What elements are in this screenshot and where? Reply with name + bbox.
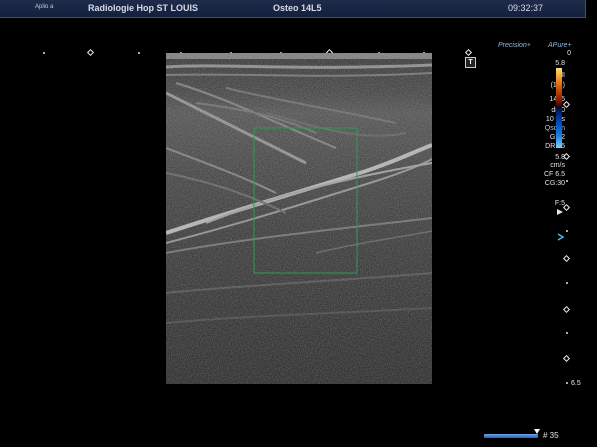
lateral-scale-dot — [138, 52, 140, 54]
study-preset: Osteo 14L5 — [273, 3, 322, 13]
param-velocity-unit: cm/s — [550, 162, 565, 169]
depth-scale-dot — [566, 282, 568, 284]
param-focus: F:5 — [554, 200, 565, 207]
param-cg: CG:30 — [544, 180, 565, 187]
color-velocity-scale-negative — [556, 108, 562, 148]
depth-scale-dot — [566, 230, 568, 232]
color-velocity-scale — [556, 68, 562, 108]
institution-name: Radiologie Hop ST LOUIS — [88, 3, 198, 13]
depth-scale-dot — [566, 332, 568, 334]
tissue-texture — [166, 53, 432, 384]
header-bar: Aplio a Radiologie Hop ST LOUIS Osteo 14… — [0, 0, 586, 18]
cine-position-marker-icon[interactable] — [534, 429, 540, 434]
depth-scale-end-label: 6.5 — [571, 380, 581, 387]
ultrasound-image[interactable] — [166, 53, 432, 384]
depth-scale-dot — [566, 382, 568, 384]
focus-cursor-icon[interactable] — [557, 233, 565, 241]
lateral-scale-diamond — [86, 48, 95, 57]
frame-number: # 35 — [543, 431, 559, 440]
app-name: Aplio a — [35, 4, 54, 10]
param-cf: CF 6.5 — [543, 171, 565, 178]
cine-progress-bar[interactable] — [484, 434, 538, 438]
lateral-scale-dot — [43, 52, 45, 54]
param-velocity: 5.8 — [555, 154, 565, 161]
depth-scale-dot — [566, 180, 568, 182]
param-scale-top: 5.8 — [555, 60, 565, 67]
transducer-orientation-marker: T — [465, 57, 476, 68]
lateral-scale-diamond — [464, 48, 473, 57]
param-zero: 0 — [567, 50, 571, 57]
focus-marker-icon[interactable] — [556, 208, 564, 216]
